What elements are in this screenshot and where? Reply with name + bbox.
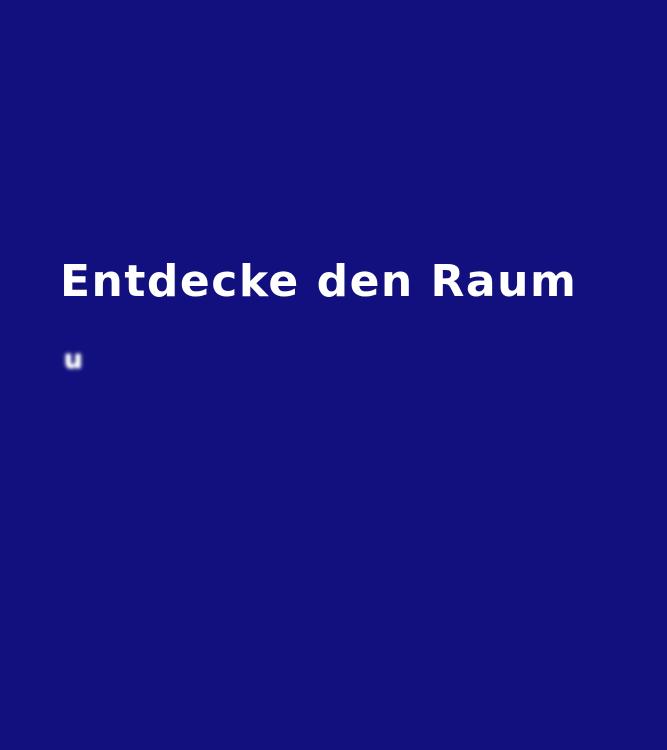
animated-typing-text: u — [64, 345, 83, 375]
hero-headline: Entdecke den Raum — [60, 256, 578, 307]
hero-section: Entdecke den Raum u — [0, 0, 667, 750]
